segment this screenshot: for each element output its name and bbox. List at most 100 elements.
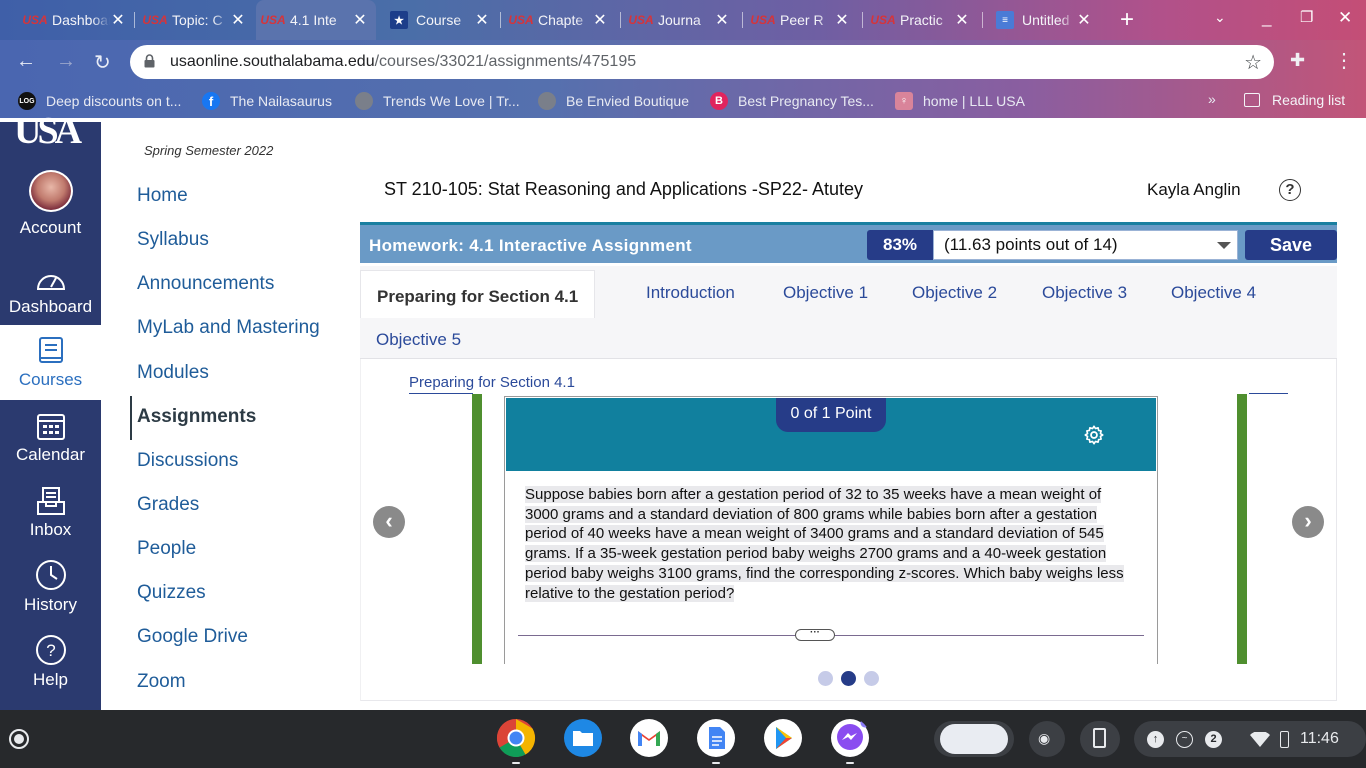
bookmark-favicon-icon: LOG xyxy=(18,92,36,110)
course-nav-zoom[interactable]: Zoom xyxy=(137,671,186,693)
launcher-icon[interactable] xyxy=(9,729,29,749)
course-nav-discussions[interactable]: Discussions xyxy=(137,450,238,472)
pager-dot[interactable] xyxy=(864,671,879,686)
bookmark-item[interactable]: Trends We Love | Tr... xyxy=(355,92,520,110)
close-icon[interactable]: ✕ xyxy=(352,10,368,30)
global-nav-label: Courses xyxy=(18,370,83,389)
global-nav-account[interactable]: Account xyxy=(0,170,101,248)
bookmark-star-icon[interactable]: ☆ xyxy=(1244,50,1262,75)
browser-tab-active[interactable]: USA 4.1 Inte ✕ xyxy=(256,0,376,40)
close-icon[interactable]: ✕ xyxy=(834,10,850,30)
previous-arrow-button[interactable]: ‹ xyxy=(373,506,405,538)
more-bookmarks-chevron[interactable]: » xyxy=(1208,91,1216,107)
close-icon[interactable]: ✕ xyxy=(110,10,126,30)
global-nav-dashboard[interactable]: Dashboard xyxy=(0,252,101,327)
course-nav-quizzes[interactable]: Quizzes xyxy=(137,582,206,604)
tote-thumbnail-icon xyxy=(940,724,1008,754)
browser-menu-icon[interactable]: ⋮ xyxy=(1334,48,1354,73)
course-nav-grades[interactable]: Grades xyxy=(137,494,199,516)
reading-list-button[interactable]: Reading list xyxy=(1244,92,1345,108)
close-icon[interactable]: ✕ xyxy=(1076,10,1092,30)
gmail-icon[interactable] xyxy=(629,718,669,758)
bookmark-item[interactable]: LOG Deep discounts on t... xyxy=(18,92,181,110)
tab-label: 4.1 Inte xyxy=(290,12,337,28)
window-close-icon[interactable]: ✕ xyxy=(1338,8,1352,28)
files-icon[interactable] xyxy=(563,718,603,758)
pager-dot[interactable] xyxy=(818,671,833,686)
tab-objective-5[interactable]: Objective 5 xyxy=(376,330,461,350)
global-nav-help[interactable]: ? Help xyxy=(0,625,101,700)
close-icon[interactable]: ✕ xyxy=(714,10,730,30)
course-nav-syllabus[interactable]: Syllabus xyxy=(137,229,209,251)
score-dropdown[interactable]: (11.63 points out of 14) xyxy=(933,230,1238,260)
more-options-button[interactable]: ··· xyxy=(795,628,835,641)
course-nav-assignments[interactable]: Assignments xyxy=(137,406,256,428)
global-nav-history[interactable]: History xyxy=(0,550,101,625)
global-nav-inbox[interactable]: Inbox xyxy=(0,475,101,550)
card-border-right xyxy=(1237,394,1247,664)
close-icon[interactable]: ✕ xyxy=(592,10,608,30)
gear-icon[interactable] xyxy=(1083,424,1105,446)
browser-tab[interactable]: USA Journa ✕ xyxy=(624,4,738,36)
bookmark-item[interactable]: ♀ home | LLL USA xyxy=(895,92,1025,110)
browser-tab[interactable]: USA Topic: C ✕ xyxy=(138,4,254,36)
tab-search-chevron-icon[interactable]: ⌄ xyxy=(1214,9,1226,26)
question-icon: ? xyxy=(35,635,66,665)
dropdown-caret-icon xyxy=(1217,242,1231,249)
tab-objective-3[interactable]: Objective 3 xyxy=(1042,283,1127,303)
forward-arrow-icon[interactable]: → xyxy=(56,50,76,73)
course-nav-home[interactable]: Home xyxy=(137,185,188,207)
restore-icon[interactable]: ❐ xyxy=(1300,8,1313,26)
play-store-icon[interactable] xyxy=(763,718,803,758)
usa-logo-icon: USA xyxy=(508,13,534,27)
course-nav-announcements[interactable]: Announcements xyxy=(137,273,274,295)
bookmark-item[interactable]: f The Nailasaurus xyxy=(202,92,332,110)
course-nav-people[interactable]: People xyxy=(137,538,196,560)
bookmark-item[interactable]: Be Envied Boutique xyxy=(538,92,689,110)
browser-tab[interactable]: USA Peer R ✕ xyxy=(746,4,858,36)
url-text: usaonline.southalabama.edu/courses/33021… xyxy=(170,53,636,71)
card-border-left xyxy=(472,394,482,664)
back-arrow-icon[interactable]: ← xyxy=(16,50,36,73)
svg-text:?: ? xyxy=(46,641,55,660)
section-heading-link[interactable]: Preparing for Section 4.1 xyxy=(409,374,575,391)
url-bar[interactable]: usaonline.southalabama.edu/courses/33021… xyxy=(130,45,1274,79)
active-nav-marker xyxy=(130,396,132,440)
tab-objective-4[interactable]: Objective 4 xyxy=(1171,283,1256,303)
browser-tab[interactable]: USA Chapte ✕ xyxy=(504,4,616,36)
next-arrow-button[interactable]: › xyxy=(1292,506,1324,538)
help-icon[interactable]: ? xyxy=(1279,179,1301,201)
browser-tab[interactable]: ★ Course ✕ xyxy=(382,4,498,36)
tab-introduction[interactable]: Introduction xyxy=(646,283,735,303)
usa-logo[interactable]: USA xyxy=(14,116,98,146)
messenger-icon[interactable] xyxy=(830,718,870,758)
tab-objective-1[interactable]: Objective 1 xyxy=(783,283,868,303)
save-button[interactable]: Save xyxy=(1245,230,1337,260)
course-nav-mylab[interactable]: MyLab and Mastering xyxy=(137,317,320,339)
clock-time[interactable]: 11:46 xyxy=(1300,730,1339,748)
browser-tab[interactable]: USA Dashboard ✕ xyxy=(18,4,134,36)
reload-icon[interactable]: ↻ xyxy=(94,50,111,75)
close-icon[interactable]: ✕ xyxy=(230,10,246,30)
extensions-puzzle-icon[interactable]: ✚ xyxy=(1290,50,1305,71)
docs-icon[interactable] xyxy=(696,718,736,758)
tab-preparing[interactable]: Preparing for Section 4.1 xyxy=(360,270,596,318)
global-nav-courses[interactable]: Courses xyxy=(0,325,101,400)
minimize-icon[interactable]: _ xyxy=(1262,8,1271,28)
chrome-icon[interactable] xyxy=(496,718,536,758)
course-nav-google-drive[interactable]: Google Drive xyxy=(137,626,248,648)
global-nav-calendar[interactable]: Calendar xyxy=(0,400,101,475)
course-nav-modules[interactable]: Modules xyxy=(137,362,209,384)
homework-header-bar: Homework: 4.1 Interactive Assignment 83%… xyxy=(360,225,1337,263)
bookmark-item[interactable]: B Best Pregnancy Tes... xyxy=(710,92,874,110)
tab-objective-2[interactable]: Objective 2 xyxy=(912,283,997,303)
close-icon[interactable]: ✕ xyxy=(474,10,490,30)
star-badge-icon: ★ xyxy=(390,11,408,29)
new-tab-plus-icon[interactable]: + xyxy=(1120,6,1134,34)
usa-logo-icon: USA xyxy=(628,13,654,27)
close-icon[interactable]: ✕ xyxy=(954,10,970,30)
pager-dot-active[interactable] xyxy=(841,671,856,686)
browser-tab[interactable]: ≡ Untitled ✕ xyxy=(988,4,1100,36)
global-nav-label: Inbox xyxy=(29,520,72,539)
browser-tab[interactable]: USA Practic ✕ xyxy=(866,4,978,36)
